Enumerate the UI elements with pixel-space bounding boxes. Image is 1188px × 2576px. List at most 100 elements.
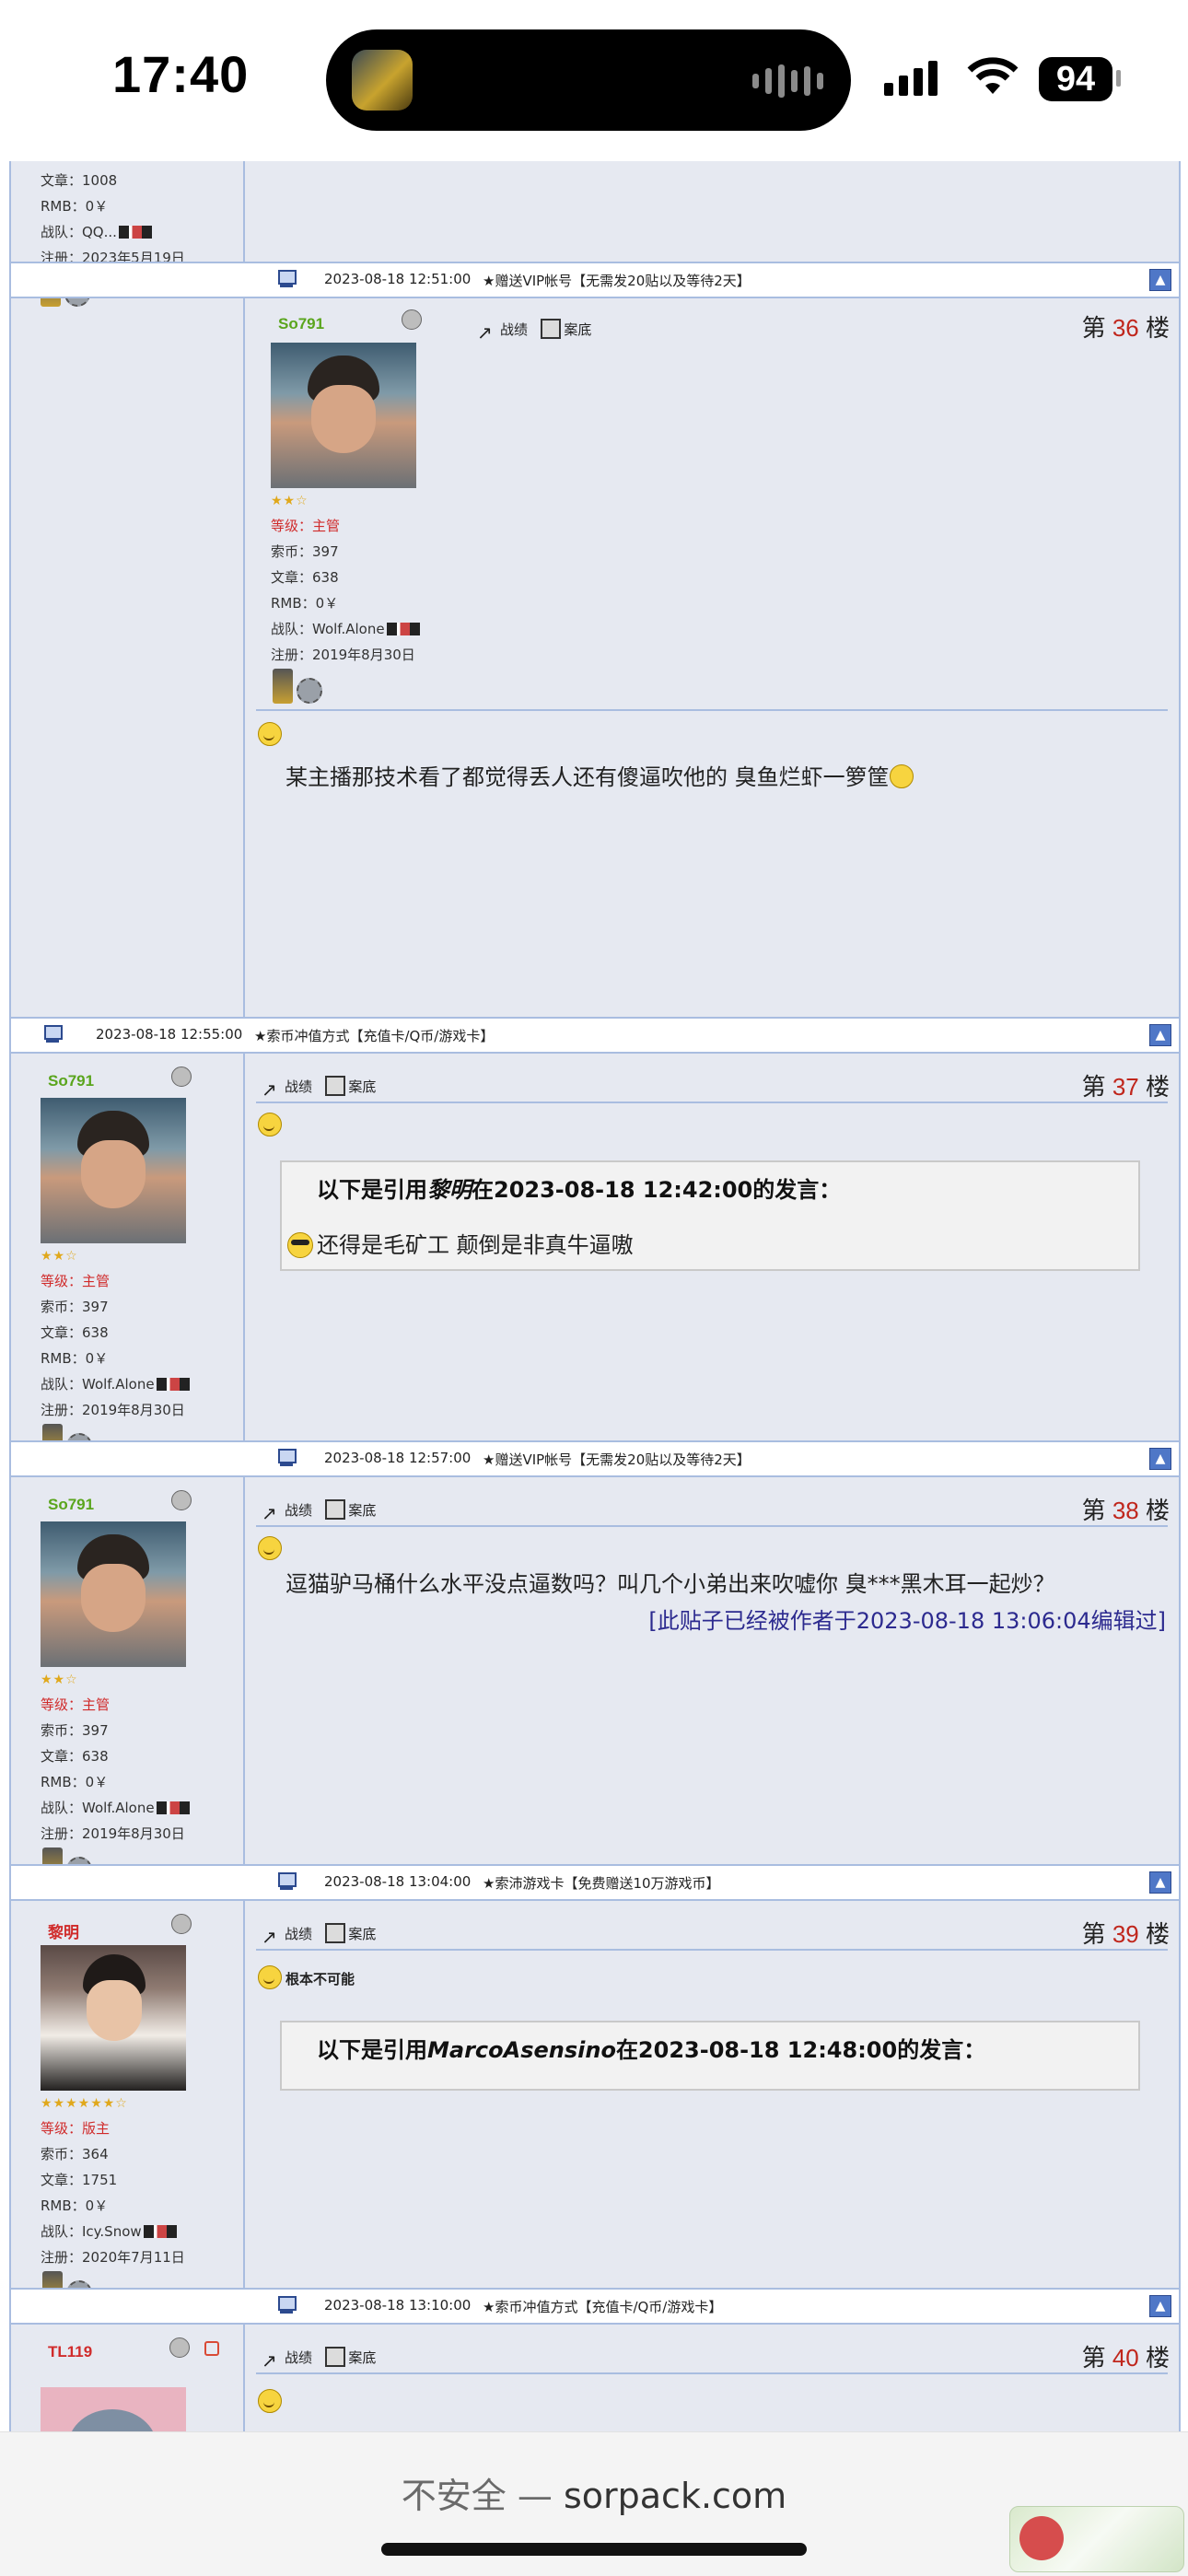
user-level: 等级：主管 — [271, 518, 341, 534]
stats-icon — [262, 1502, 282, 1522]
stats-icon — [262, 1926, 282, 1946]
dynamic-island[interactable] — [326, 29, 851, 131]
quote-body: 还得是毛矿工 颠倒是非真牛逼嗷 — [317, 1232, 634, 1258]
watermark-logo — [1009, 2506, 1184, 2572]
battery-cap — [1116, 70, 1121, 87]
medal-icon — [271, 667, 322, 707]
user-stat: 文章：638 — [271, 569, 339, 586]
post-meta-strip: 2023-08-18 13:04:00 ★索沛游戏卡【免费赠送10万游戏币】 ▲ — [11, 1864, 1179, 1901]
rank-stars: ★★☆ — [41, 1249, 78, 1264]
post-meta-strip: 2023-08-18 12:51:00 ★赠送VIP帐号【无需发20贴以及等待2… — [11, 262, 1179, 298]
user-stat: 注册：2019年8月30日 — [41, 1825, 185, 1842]
computer-icon — [42, 1025, 63, 1043]
user-stat: RMB：0￥ — [41, 1774, 109, 1790]
ad-link[interactable]: ★赠送VIP帐号【无需发20贴以及等待2天】 — [483, 1450, 751, 1469]
stats-icon — [262, 1078, 282, 1099]
status-bar: 17:40 94 — [0, 0, 1188, 161]
post-time: 2023-08-18 12:57:00 — [324, 1450, 472, 1466]
divider — [256, 709, 1168, 711]
emoji-icon — [889, 764, 914, 788]
rank-stars: ★★☆ — [41, 1673, 78, 1687]
user-stat: 注册：2019年8月30日 — [271, 647, 415, 663]
post-time: 2023-08-18 13:04:00 — [324, 1873, 472, 1890]
avatar[interactable] — [271, 343, 416, 488]
avatar[interactable] — [41, 1098, 186, 1243]
floor-number: 第 37 楼 — [1081, 1073, 1170, 1101]
ad-link[interactable]: ★索币冲值方式【充值卡/Q币/游戏卡】 — [483, 2297, 722, 2316]
username[interactable]: TL119 — [48, 2343, 92, 2361]
user-stat: 注册：2020年7月11日 — [41, 2249, 185, 2266]
post-toolbar: 战绩 案底 — [262, 1499, 376, 1523]
forum-thread[interactable]: 文章：1008 RMB：0￥ 战队：QQ... 注册：2023年5月19日 20… — [9, 161, 1181, 2431]
user-stat: 文章：638 — [41, 1324, 109, 1341]
user-level: 等级：主管 — [41, 1696, 111, 1713]
post-toolbar: 战绩 案底 — [262, 1923, 376, 1947]
divider — [256, 1102, 1168, 1103]
stats-link[interactable]: 战绩 — [285, 1502, 312, 1519]
post-time: 2023-08-18 12:51:00 — [324, 271, 472, 287]
user-stat: 文章：1008 — [41, 172, 118, 189]
gender-face-icon — [168, 1067, 193, 1087]
profile-link[interactable]: 案底 — [348, 1078, 376, 1095]
computer-icon — [276, 1449, 297, 1467]
stats-icon — [477, 321, 497, 342]
back-to-top-icon[interactable]: ▲ — [1149, 1024, 1171, 1046]
clan-badge-icon — [143, 2225, 177, 2238]
quote-box: 以下是引用黎明在2023-08-18 12:42:00的发言： 还得是毛矿工 颠… — [280, 1160, 1140, 1271]
avatar[interactable] — [41, 1521, 186, 1667]
profile-link[interactable]: 案底 — [348, 1926, 376, 1942]
ad-link[interactable]: ★索币冲值方式【充值卡/Q币/游戏卡】 — [254, 1026, 494, 1045]
user-stat: RMB：0￥ — [41, 1350, 109, 1367]
back-to-top-icon[interactable]: ▲ — [1149, 1448, 1171, 1470]
home-indicator[interactable] — [381, 2543, 807, 2556]
user-stat: 战队：Icy.Snow — [41, 2223, 177, 2240]
post-body: 某主播那技术看了都觉得丢人还有傻逼吹他的 臭鱼烂虾一箩筐 — [285, 759, 914, 791]
clan-badge-icon — [156, 1378, 190, 1391]
computer-icon — [276, 2296, 297, 2314]
back-to-top-icon[interactable]: ▲ — [1149, 2295, 1171, 2317]
divider — [256, 1525, 1168, 1527]
rank-stars: ★★★★★★☆ — [41, 2096, 128, 2111]
profile-link[interactable]: 案底 — [564, 321, 591, 338]
online-status-icon — [204, 2341, 219, 2356]
post-toolbar: 战绩 案底 — [477, 319, 591, 343]
username[interactable]: So791 — [278, 315, 324, 333]
user-stat: 注册：2019年8月30日 — [41, 1402, 185, 1418]
clan-badge-icon — [118, 226, 152, 239]
back-to-top-icon[interactable]: ▲ — [1149, 1871, 1171, 1894]
column-divider — [243, 161, 245, 2431]
grin-icon — [258, 1536, 282, 1560]
smile-icon — [258, 2389, 282, 2413]
post-mood: 根本不可能 — [285, 1971, 355, 1987]
avatar[interactable] — [41, 1945, 186, 2091]
divider — [256, 1949, 1168, 1951]
stats-link[interactable]: 战绩 — [500, 321, 528, 338]
username[interactable]: So791 — [48, 1496, 94, 1514]
user-level: 等级：主管 — [41, 1273, 111, 1289]
stats-link[interactable]: 战绩 — [285, 2349, 312, 2366]
post-meta-strip: 2023-08-18 12:55:00 ★索币冲值方式【充值卡/Q币/游戏卡】 … — [11, 1017, 1179, 1054]
quote-header: 以下是引用黎明在2023-08-18 12:42:00的发言： — [317, 1177, 842, 1203]
username[interactable]: So791 — [48, 1072, 94, 1090]
stats-link[interactable]: 战绩 — [285, 1926, 312, 1942]
browser-address-bar[interactable]: 不安全 — sorpack.com — [0, 2431, 1188, 2576]
post-time: 2023-08-18 13:10:00 — [324, 2297, 472, 2314]
avatar[interactable] — [41, 2387, 186, 2431]
profile-link[interactable]: 案底 — [348, 1502, 376, 1519]
profile-link[interactable]: 案底 — [348, 2349, 376, 2366]
back-to-top-icon[interactable]: ▲ — [1149, 269, 1171, 291]
stats-link[interactable]: 战绩 — [285, 1078, 312, 1095]
post-time: 2023-08-18 12:55:00 — [96, 1026, 243, 1043]
cellular-signal-icon — [884, 61, 938, 96]
user-stat: RMB：0￥ — [271, 595, 339, 612]
post-meta-strip: 2023-08-18 12:57:00 ★赠送VIP帐号【无需发20贴以及等待2… — [11, 1440, 1179, 1477]
computer-icon — [276, 1872, 297, 1891]
profile-icon — [325, 1923, 346, 1943]
user-stat: 文章：638 — [41, 1748, 109, 1765]
user-stat: 索币：397 — [41, 1722, 109, 1739]
ad-link[interactable]: ★赠送VIP帐号【无需发20贴以及等待2天】 — [483, 271, 751, 290]
username[interactable]: 黎明 — [48, 1919, 79, 1942]
clan-badge-icon — [386, 623, 420, 635]
ad-link[interactable]: ★索沛游戏卡【免费赠送10万游戏币】 — [483, 1873, 720, 1893]
user-stat: 战队：Wolf.Alone — [41, 1800, 190, 1816]
